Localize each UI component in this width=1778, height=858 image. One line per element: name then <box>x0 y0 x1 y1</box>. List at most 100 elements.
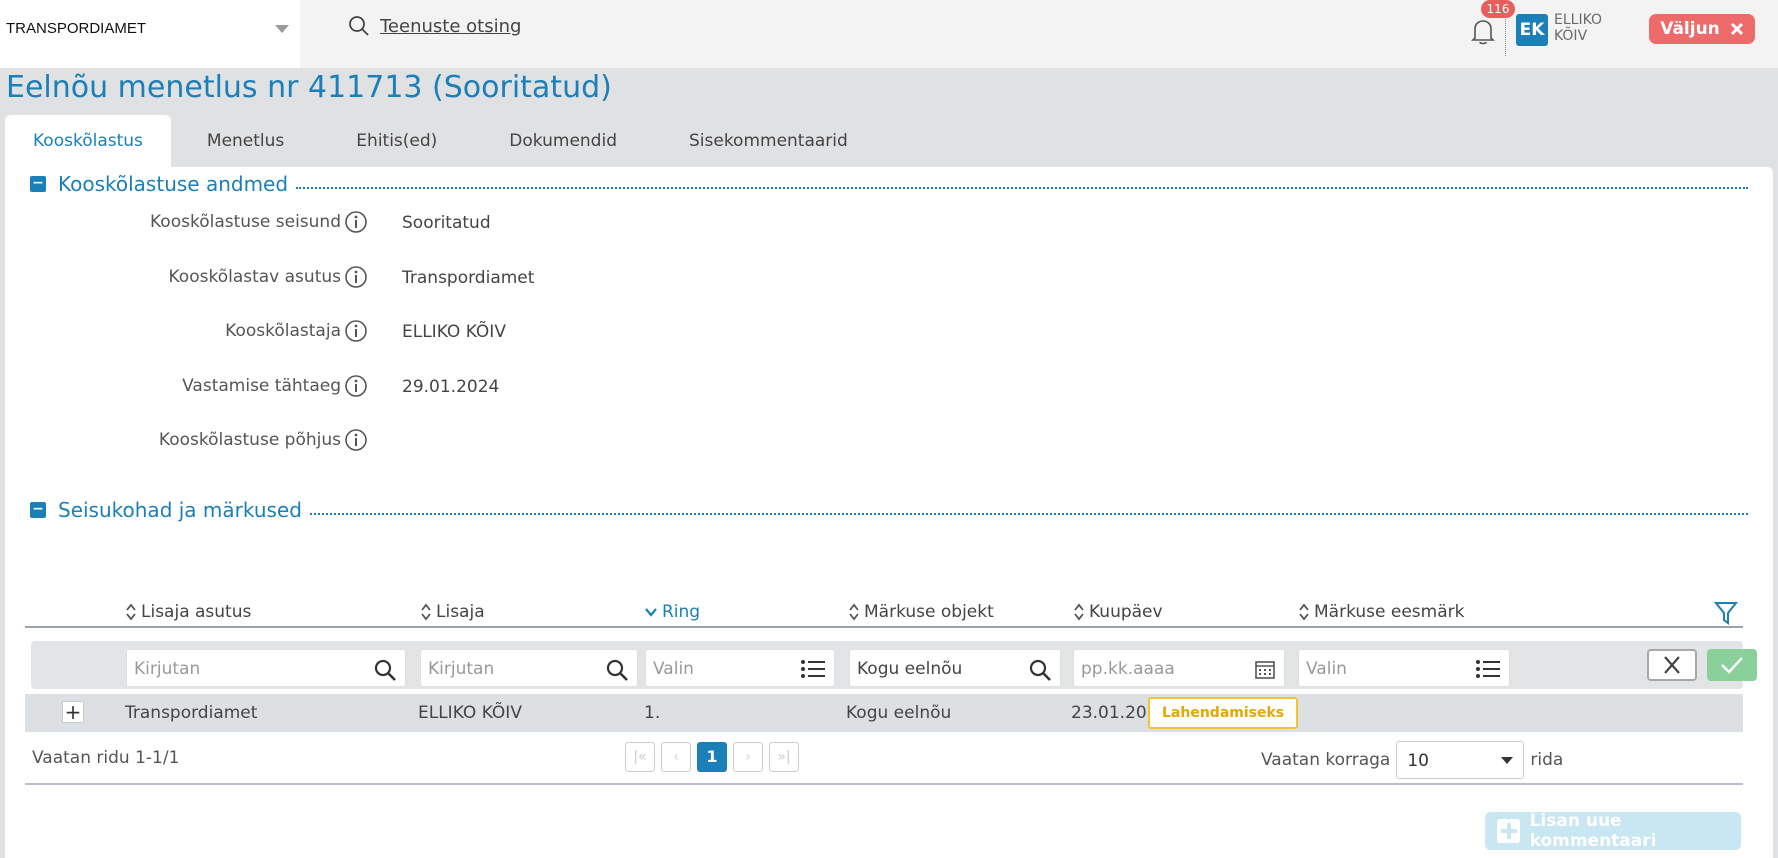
filter-eesmark-select[interactable]: Valin <box>1298 649 1510 687</box>
cell-objekt: Kogu eelnõu <box>846 703 952 723</box>
section-header-comments: − Seisukohad ja märkused <box>30 498 1748 522</box>
collapse-icon[interactable]: − <box>30 502 46 518</box>
page-title: Eelnõu menetlus nr 411713 (Sooritatud) <box>6 70 612 105</box>
column-header-ring[interactable]: Ring <box>644 602 700 622</box>
field-value: Transpordiamet <box>402 268 535 288</box>
column-label: Lisaja asutus <box>141 602 252 622</box>
filter-placeholder: Kirjutan <box>134 659 201 679</box>
sort-icon <box>126 603 136 621</box>
field-label: Kooskõlastuse seisund <box>150 212 341 232</box>
info-icon[interactable] <box>344 428 368 452</box>
add-comment-button[interactable]: Lisan uue kommentaari <box>1485 811 1741 851</box>
filter-row: Kirjutan Kirjutan Valin Kogu eelnõu pp.k… <box>31 641 1757 689</box>
bell-icon[interactable] <box>1470 16 1496 46</box>
tab-ehitised[interactable]: Ehitis(ed) <box>320 115 473 167</box>
info-icon[interactable] <box>344 210 368 234</box>
filter-lisaja-input[interactable]: Kirjutan <box>420 649 638 687</box>
chevron-down-icon <box>645 608 657 617</box>
calendar-icon[interactable] <box>1254 658 1276 680</box>
field-row: Kooskõlastuse põhjus <box>5 426 805 456</box>
rows-showing: Vaatan ridu 1-1/1 <box>32 748 180 768</box>
prev-page-button[interactable]: ‹ <box>661 742 691 772</box>
sort-icon <box>849 603 859 621</box>
tab-sisekommentaarid[interactable]: Sisekommentaarid <box>653 115 884 167</box>
logout-label: Väljun <box>1660 19 1720 39</box>
divider <box>1505 10 1506 56</box>
column-header-objekt[interactable]: Märkuse objekt <box>848 602 994 622</box>
clear-filter-button[interactable] <box>1647 649 1697 681</box>
organization-select-value: TRANSPORDIAMET <box>6 20 147 37</box>
sort-icon <box>421 603 431 621</box>
page-button-current[interactable]: 1 <box>697 742 727 772</box>
column-label: Märkuse eesmärk <box>1314 602 1465 622</box>
tab-bar: Kooskõlastus Menetlus Ehitis(ed) Dokumen… <box>5 115 884 167</box>
search-icon <box>349 16 369 36</box>
tab-menetlus[interactable]: Menetlus <box>171 115 320 167</box>
divider <box>296 187 1748 189</box>
field-value: Sooritatud <box>402 213 491 233</box>
info-icon[interactable] <box>344 265 368 289</box>
notification-badge: 116 <box>1481 0 1515 18</box>
next-page-button[interactable]: › <box>733 742 763 772</box>
field-row: Vastamise tähtaeg 29.01.2024 <box>5 372 805 402</box>
per-page-control: Vaatan korraga 10 rida <box>1261 741 1563 779</box>
organization-select[interactable]: TRANSPORDIAMET <box>0 0 300 68</box>
field-value: ELLIKO KÕIV <box>402 322 506 342</box>
field-value: 29.01.2024 <box>402 377 500 397</box>
info-icon[interactable] <box>344 374 368 398</box>
field-label: Vastamise tähtaeg <box>182 376 341 396</box>
field-row: Kooskõlastaja ELLIKO KÕIV <box>5 317 805 347</box>
first-page-button[interactable]: |« <box>625 742 655 772</box>
sort-icon <box>1299 603 1309 621</box>
filter-icon[interactable] <box>1714 600 1738 626</box>
filter-placeholder: Kirjutan <box>428 659 495 679</box>
filter-ring-select[interactable]: Valin <box>645 649 835 687</box>
expand-row-button[interactable]: + <box>62 701 84 723</box>
column-label: Ring <box>662 602 701 622</box>
column-header-eesmark[interactable]: Märkuse eesmärk <box>1298 602 1464 622</box>
per-page-label: Vaatan korraga <box>1261 750 1391 770</box>
filter-objekt-input[interactable]: Kogu eelnõu <box>849 649 1061 687</box>
filter-placeholder: Valin <box>653 659 694 679</box>
avatar[interactable]: EK <box>1516 14 1548 46</box>
table-row: + Transpordiamet ELLIKO KÕIV 1. Kogu eel… <box>25 694 1743 732</box>
column-label: Lisaja <box>436 602 485 622</box>
tab-dokumendid[interactable]: Dokumendid <box>473 115 653 167</box>
plus-icon <box>1497 819 1520 843</box>
per-page-suffix: rida <box>1530 750 1564 770</box>
field-label: Kooskõlastav asutus <box>168 267 342 287</box>
cell-ring: 1. <box>644 703 661 723</box>
logout-button[interactable]: Väljun <box>1649 14 1755 44</box>
field-label: Kooskõlastaja <box>225 321 341 341</box>
column-label: Kuupäev <box>1089 602 1163 622</box>
user-name[interactable]: ELLIKO KÕIV <box>1554 12 1614 44</box>
search-icon <box>374 659 396 681</box>
filter-kuupaev-input[interactable]: pp.kk.aaaa <box>1073 649 1285 687</box>
chevron-down-icon <box>1501 757 1514 764</box>
info-icon[interactable] <box>344 319 368 343</box>
apply-filter-button[interactable] <box>1707 649 1757 681</box>
divider <box>309 513 1748 515</box>
list-icon <box>1476 660 1500 678</box>
per-page-value: 10 <box>1407 751 1429 771</box>
column-header-lisaja-asutus[interactable]: Lisaja asutus <box>125 602 251 622</box>
table-footer: Vaatan ridu 1-1/1 |« ‹ 1 › »| Vaatan kor… <box>25 733 1743 785</box>
last-page-button[interactable]: »| <box>769 742 799 772</box>
tab-kooskolastus[interactable]: Kooskõlastus <box>5 115 171 167</box>
filter-lisaja-asutus-input[interactable]: Kirjutan <box>126 649 406 687</box>
section-title: Kooskõlastuse andmed <box>58 172 289 196</box>
close-icon <box>1664 656 1680 674</box>
column-header-lisaja[interactable]: Lisaja <box>420 602 485 622</box>
cell-lisaja-asutus: Transpordiamet <box>125 703 258 723</box>
collapse-icon[interactable]: − <box>30 176 46 192</box>
per-page-select[interactable]: 10 <box>1396 741 1525 779</box>
search-icon <box>606 659 628 681</box>
status-badge: Lahendamiseks <box>1148 697 1299 729</box>
service-search-link[interactable]: Teenuste otsing <box>348 15 521 37</box>
column-header-kuupaev[interactable]: Kuupäev <box>1073 602 1163 622</box>
field-row: Kooskõlastav asutus Transpordiamet <box>5 263 805 293</box>
close-icon <box>1730 22 1743 36</box>
check-icon <box>1721 657 1743 674</box>
pagination: |« ‹ 1 › »| <box>625 742 799 772</box>
section-title: Seisukohad ja märkused <box>58 498 302 522</box>
